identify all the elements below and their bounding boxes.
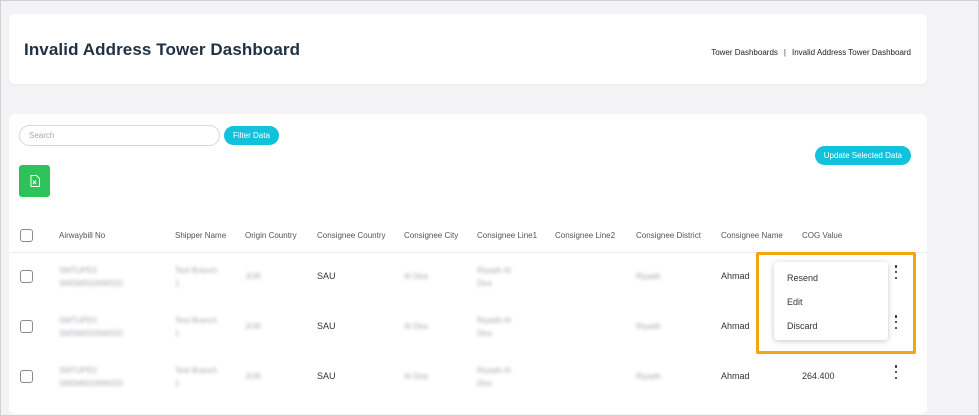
annotation-highlight-box (756, 252, 916, 354)
row-checkbox[interactable] (20, 270, 33, 283)
column-header-cog-value[interactable]: COG Value (802, 231, 842, 240)
cell-consignee-city: Al Dira (404, 372, 429, 381)
cell-consignee-country: SAU (317, 371, 336, 381)
cell-cog-value: 264.400 (802, 371, 835, 381)
row-checkbox[interactable] (20, 320, 33, 333)
column-header-consignee-name[interactable]: Consignee Name (721, 231, 783, 240)
cell-consignee-district: Riyadh (636, 272, 661, 281)
filter-data-button[interactable]: Filter Data (224, 126, 279, 145)
cell-consignee-country: SAU (317, 321, 336, 331)
search-input[interactable] (19, 125, 220, 146)
cell-consignee-city: Al Dira (404, 322, 429, 331)
cell-origin-country: JOR (245, 372, 261, 381)
breadcrumb-item-tower-dashboards[interactable]: Tower Dashboards (711, 48, 778, 57)
table-row: SMTUPE0 SMSM0026W02D Test Branch 1 JOR SAU… (9, 353, 927, 403)
breadcrumb: Tower Dashboards | Invalid Address Tower… (711, 48, 911, 57)
cell-consignee-district: Riyadh (636, 322, 661, 331)
cell-shipper-name: Test Branch 1 (175, 266, 218, 288)
cell-consignee-line1: Riyadh Al Dira (477, 316, 511, 338)
cell-consignee-name: Ahmad (721, 271, 750, 281)
select-all-checkbox[interactable] (20, 229, 33, 242)
update-selected-data-button[interactable]: Update Selected Data (814, 146, 911, 165)
header-card: Invalid Address Tower Dashboard Tower Da… (9, 14, 927, 84)
cell-origin-country: JOR (245, 272, 261, 281)
page-title: Invalid Address Tower Dashboard (24, 40, 301, 59)
breadcrumb-separator: | (783, 48, 786, 57)
cell-consignee-country: SAU (317, 271, 336, 281)
cell-airwaybill: SMTUPE0 SMSM0026W02D (59, 266, 124, 288)
cell-consignee-district: Riyadh (636, 372, 661, 381)
excel-export-icon (30, 175, 40, 187)
cell-airwaybill: SMTUPE0 SMSM0026W02D (59, 366, 124, 388)
cell-consignee-line1: Riyadh Al Dira (477, 266, 511, 288)
excel-export-button[interactable] (19, 165, 50, 197)
cell-consignee-city: Al Dira (404, 272, 429, 281)
column-header-airwaybill[interactable]: Airwaybill No (59, 231, 105, 240)
cell-consignee-name: Ahmad (721, 371, 750, 381)
cell-shipper-name: Test Branch 1 (175, 366, 218, 388)
cell-consignee-name: Ahmad (721, 321, 750, 331)
column-header-consignee-line2[interactable]: Consignee Line2 (555, 231, 615, 240)
row-actions-kebab-icon[interactable] (892, 365, 900, 379)
column-header-origin-country[interactable]: Origin Country (245, 231, 297, 240)
cell-shipper-name: Test Branch 1 (175, 316, 218, 338)
cell-origin-country: JOR (245, 322, 261, 331)
column-header-consignee-district[interactable]: Consignee District (636, 231, 701, 240)
breadcrumb-item-current: Invalid Address Tower Dashboard (791, 48, 911, 57)
column-header-consignee-city[interactable]: Consignee City (404, 231, 458, 240)
column-header-consignee-country[interactable]: Consignee Country (317, 231, 385, 240)
cell-airwaybill: SMTUPE0 SMSM0026W02D (59, 316, 124, 338)
row-checkbox[interactable] (20, 370, 33, 383)
column-header-consignee-line1[interactable]: Consignee Line1 (477, 231, 537, 240)
cell-consignee-line1: Riyadh Al Dira (477, 366, 511, 388)
column-header-shipper-name[interactable]: Shipper Name (175, 231, 226, 240)
